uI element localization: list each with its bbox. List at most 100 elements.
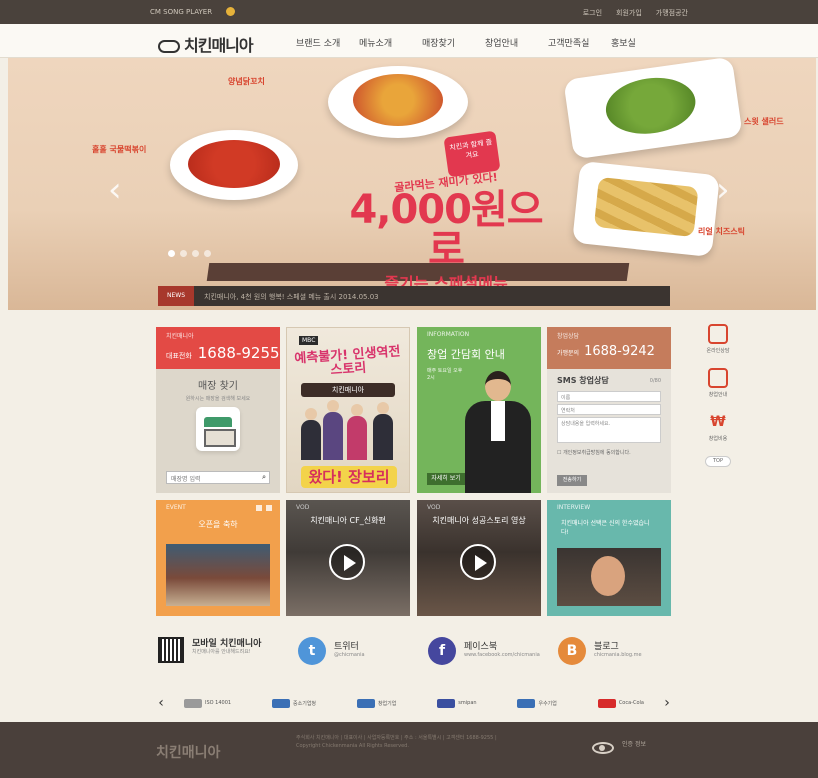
partner-item[interactable]: 중소기업청 (272, 698, 316, 708)
nav-item-pr[interactable]: 홍보실 (611, 36, 674, 49)
store-finder-card: 치킨매니아 대표전화 1688-9255 매장 찾기 원하시는 매장을 검색해 보… (156, 327, 280, 493)
menu-label-salad: 스윗 샐러드 (744, 117, 784, 126)
eye-icon (592, 742, 614, 754)
cf-video-card[interactable]: VOD 치킨매니아 CF_신화편 (286, 500, 410, 616)
partner-next-icon[interactable]: › (656, 695, 678, 711)
nav-item-brand[interactable]: 브랜드 소개 (296, 36, 359, 49)
presenter-image (461, 371, 535, 493)
sms-agree-checkbox[interactable]: ☐ 개인정보취급방침에 동의합니다. (547, 445, 671, 460)
hero-dot-2[interactable] (180, 250, 187, 257)
info-header: INFORMATION (427, 331, 470, 338)
quick-item-online[interactable]: 온라인상담 (690, 324, 746, 354)
franchise-info-card: INFORMATION 창업 간담회 안내 매주 토요일 오후 2시 자세히 보… (417, 327, 541, 493)
footer-logo: 치킨매니아 (156, 745, 221, 761)
music-player-label[interactable]: CM SONG PLAYER (150, 8, 212, 16)
nav-item-customer[interactable]: 고객만족실 (548, 36, 611, 49)
chat-icon (708, 324, 728, 344)
logo-mark-icon (158, 40, 180, 53)
hero-pagination (168, 250, 211, 257)
partner-item[interactable]: smipan (437, 698, 477, 708)
franchise-link[interactable]: 가맹점공간 (656, 8, 688, 18)
twitter-icon: t (298, 637, 326, 665)
nav-item-menu[interactable]: 메뉴소개 (359, 36, 422, 49)
sms-phone-input[interactable]: 연락처 (557, 404, 661, 415)
interview-photo (557, 548, 661, 606)
interview-card[interactable]: INTERVIEW 치킨매니아 선택은 신의 한수였습니다! (547, 500, 671, 616)
play-icon[interactable] (329, 544, 365, 580)
nav-menu: 브랜드 소개 메뉴소개 매장찾기 창업안내 고객만족실 홍보실 (296, 36, 674, 49)
menu-label-soup: 훌훌 국물떡볶이 (92, 145, 147, 154)
store-icon (196, 407, 240, 451)
blog-icon: B (558, 637, 586, 665)
hero-dot-3[interactable] (192, 250, 199, 257)
top-links: 로그인 회원가입 가맹점공간 (583, 8, 688, 18)
story-header: VOD (427, 504, 441, 511)
sms-phone: 가맹문의 1688-9242 (557, 344, 655, 359)
store-desc: 원하시는 매장을 검색해 보세요 (185, 396, 251, 402)
sms-message-input[interactable]: 상담내용을 입력하세요. (557, 417, 661, 443)
store-title: 매장 찾기 (198, 381, 238, 392)
partner-prev-icon[interactable]: ‹ (150, 695, 172, 711)
document-icon (708, 368, 728, 388)
event-prev-icon[interactable] (256, 505, 262, 511)
store-card-header: 치킨매니아 (166, 333, 194, 340)
top-button[interactable]: TOP (705, 456, 731, 467)
event-title: 오픈을 축하 (198, 520, 238, 529)
nav-item-store[interactable]: 매장찾기 (422, 36, 485, 49)
story-title: 치킨매니아 성공스토리 영상 (432, 516, 526, 525)
cf-title: 치킨매니아 CF_신화편 (310, 516, 386, 525)
hero-headline: 골라먹는 재미가 있다! 4,000원으로 즐기는 스페셜메뉴 (346, 171, 546, 294)
info-detail-button[interactable]: 자세히 보기 (427, 473, 465, 485)
sms-name-input[interactable]: 이름 (557, 391, 661, 402)
sms-header: 창업상담 (557, 333, 580, 340)
login-link[interactable]: 로그인 (583, 8, 602, 18)
drama-poster-card[interactable]: MBC 예측불가! 인생역전 스토리 치킨매니아 왔다! 장보리 (286, 327, 410, 493)
event-card[interactable]: EVENT 오픈을 축하 (156, 500, 280, 616)
search-icon[interactable]: ⌕ (262, 473, 266, 482)
footer-cert: 인증 정보 (622, 741, 646, 748)
sms-submit-button[interactable]: 전송하기 (557, 475, 587, 486)
won-icon: ₩ (710, 414, 726, 430)
partner-item[interactable]: ISO 14001 (184, 698, 231, 708)
hero-price: 4,000원으로 (349, 187, 543, 273)
nav-item-franchise[interactable]: 창업안내 (485, 36, 548, 49)
interview-header: INTERVIEW (557, 504, 591, 511)
hero-prev-arrow-icon[interactable]: ‹ (108, 170, 122, 210)
event-next-icon[interactable] (266, 505, 272, 511)
cheesestick-plate (572, 160, 720, 258)
story-video-card[interactable]: VOD 치킨매니아 성공스토리 영상 (417, 500, 541, 616)
top-bar: CM SONG PLAYER 로그인 회원가입 가맹점공간 (0, 0, 818, 24)
play-icon[interactable] (226, 7, 235, 16)
hero-next-arrow-icon[interactable]: › (716, 170, 730, 210)
quick-item-cost[interactable]: ₩ 창업비용 (690, 412, 746, 442)
cf-header: VOD (296, 504, 310, 511)
hero-dot-1[interactable] (168, 250, 175, 257)
site-logo[interactable]: 치킨매니아 (158, 32, 254, 56)
partner-item[interactable]: Coca-Cola (597, 698, 644, 708)
poster-cast-image (297, 400, 401, 460)
mobile-link[interactable]: 모바일 치킨매니아 치킨매니아를 안내해드려요! (192, 636, 261, 656)
news-text[interactable]: 치킨매니아, 4천 원의 행복! 스페셜 메뉴 출시 2014.05.03 (204, 292, 379, 302)
sms-counter: 0/80 (649, 378, 661, 384)
partner-item[interactable]: 창업기업 (356, 698, 396, 708)
store-search-input[interactable]: 매장명 입력 ⌕ (166, 471, 270, 484)
partner-strip: ‹ ISO 14001 중소기업청 창업기업 smipan 우수기업 Coca-… (150, 688, 678, 718)
facebook-icon: f (428, 637, 456, 665)
skewer-plate (328, 66, 468, 138)
menu-label-skewer: 양념닭꼬치 (228, 77, 265, 86)
store-phone: 대표전화 1688-9255 (166, 344, 280, 362)
quick-item-guide[interactable]: 창업안내 (690, 368, 746, 398)
info-title: 창업 간담회 안내 (427, 348, 505, 361)
footer: 치킨매니아 주식회사 치킨매니아 | 대표이사 | 사업자등록번호 | 주소 :… (0, 722, 818, 778)
poster-drama-title: 왔다! 장보리 (301, 466, 397, 488)
hero-dot-4[interactable] (204, 250, 211, 257)
footer-text: 주식회사 치킨매니아 | 대표이사 | 사업자등록번호 | 주소 : 서울특별시… (296, 735, 497, 749)
hero-banner: 양념닭꼬치 훌훌 국물떡볶이 스윗 샐러드 리얼 치즈스틱 치킨과 함께 즐겨요… (8, 58, 816, 310)
main-nav: 치킨매니아 브랜드 소개 메뉴소개 매장찾기 창업안내 고객만족실 홍보실 (0, 24, 818, 58)
play-icon[interactable] (460, 544, 496, 580)
broadcaster-label: MBC (299, 336, 319, 345)
tteokbokki-plate (170, 130, 298, 200)
signup-link[interactable]: 회원가입 (616, 8, 642, 18)
partner-item[interactable]: 우수기업 (517, 698, 557, 708)
event-photo (166, 544, 270, 606)
